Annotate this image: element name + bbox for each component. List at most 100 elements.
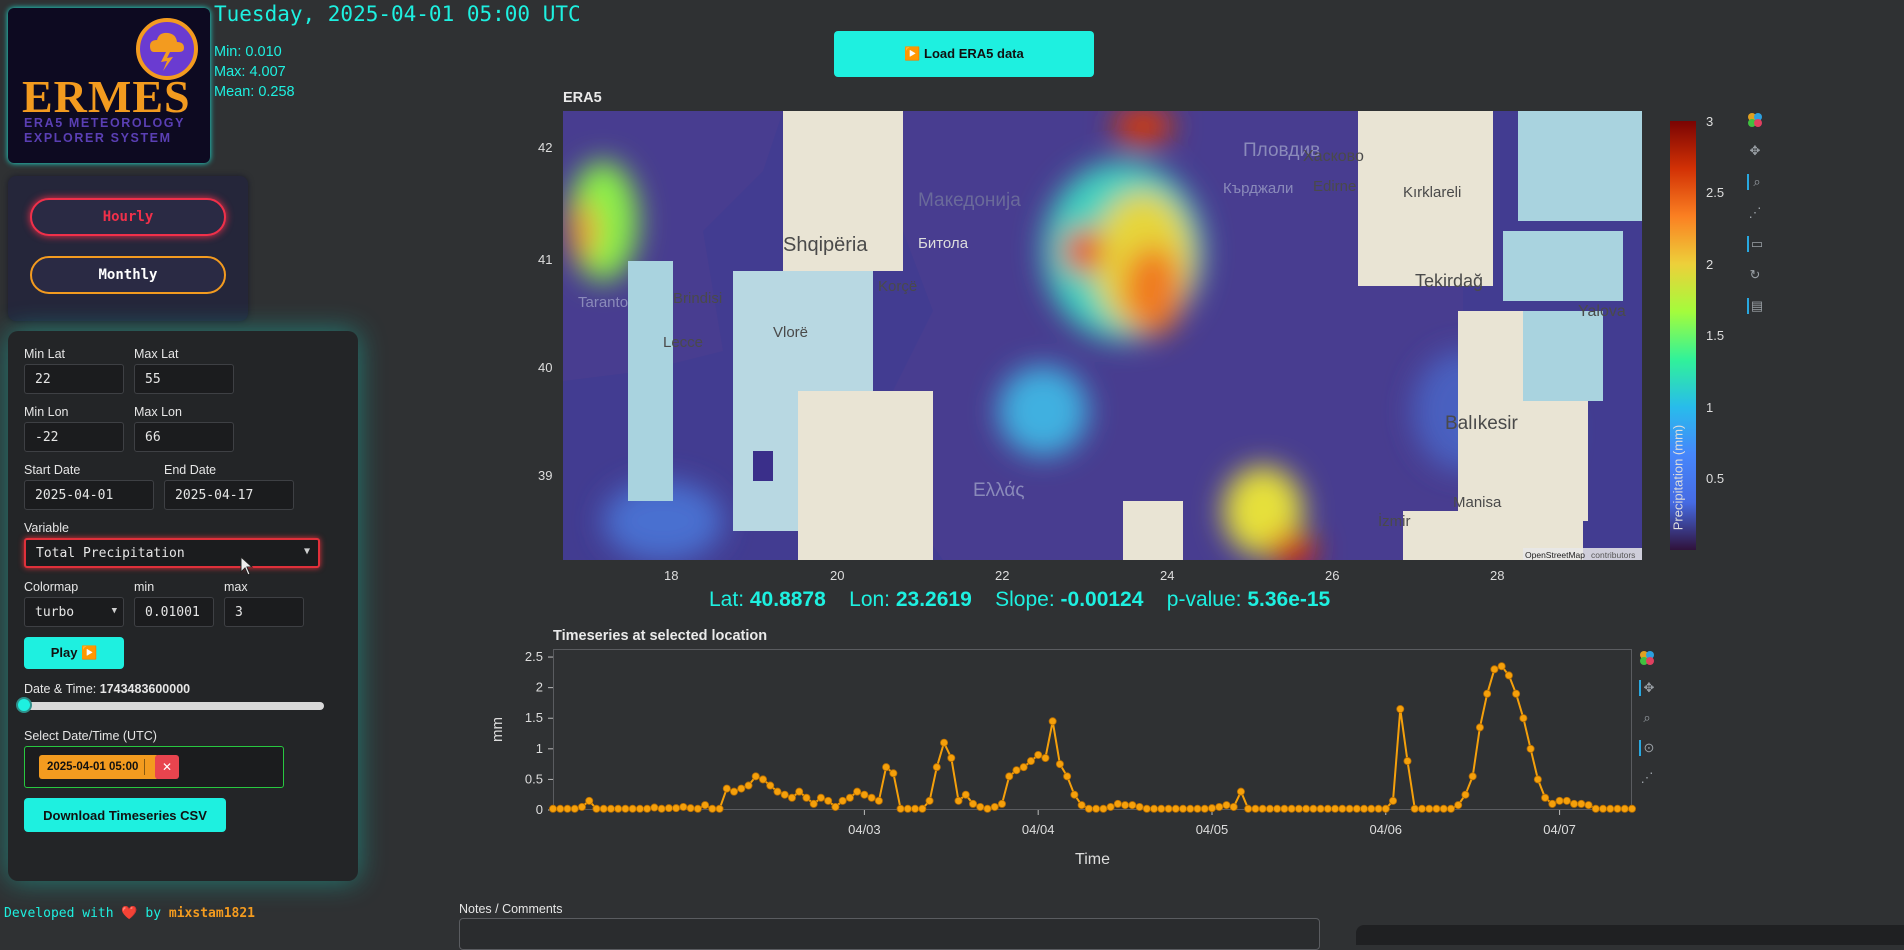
min-lat-input[interactable]: 22	[24, 364, 124, 394]
data-point	[1533, 775, 1542, 784]
max-lat-label: Max Lat	[134, 347, 179, 361]
osm-attribution-link[interactable]: OpenStreetMap	[1525, 550, 1585, 560]
data-point	[1439, 804, 1448, 813]
max-lat-input[interactable]: 55	[134, 364, 234, 394]
lat-value: 40.8878	[749, 588, 826, 611]
wheel-zoom-icon[interactable]: ⊙	[1639, 740, 1657, 756]
remove-tag-icon[interactable]: ✕	[155, 755, 179, 779]
box-zoom-icon[interactable]: ▭	[1747, 236, 1765, 252]
data-point	[1302, 804, 1311, 813]
data-point	[1396, 705, 1405, 714]
data-point	[932, 763, 941, 772]
data-point	[1179, 804, 1188, 813]
data-point	[1562, 796, 1571, 805]
wheel-zoom-icon[interactable]: ⌕	[1747, 174, 1765, 190]
notes-textarea[interactable]	[459, 918, 1320, 950]
map-label-edirne: Edirne	[1313, 178, 1356, 195]
lon-value: 23.2619	[895, 588, 972, 611]
data-point	[1236, 787, 1245, 796]
data-point	[1316, 804, 1325, 813]
colorbar-tick: 1.5	[1706, 328, 1725, 343]
data-point	[599, 804, 608, 813]
download-csv-button[interactable]: Download Timeseries CSV	[24, 798, 226, 832]
play-button[interactable]: Play ▶️	[24, 637, 124, 669]
data-point	[1251, 804, 1260, 813]
hourly-button[interactable]: Hourly	[30, 198, 226, 236]
data-point	[1207, 804, 1216, 813]
data-point	[1548, 799, 1557, 808]
timeseries-chart[interactable]: 0 0.5 1 1.5 2 2.5 04/03 04/04 04/05 04/06 04/07 Tim…	[480, 640, 1650, 880]
reset-icon[interactable]: ↻	[1747, 267, 1763, 283]
box-zoom-icon[interactable]: ⌕	[1639, 710, 1655, 726]
notes-label: Notes / Comments	[459, 902, 563, 916]
data-point	[816, 793, 825, 802]
data-point	[744, 781, 753, 790]
x-tick-label: 04/07	[1543, 822, 1576, 837]
variable-select[interactable]: Total Precipitation ▼	[24, 538, 320, 568]
cmax-input[interactable]: 3	[224, 597, 304, 627]
hover-icon[interactable]: ▤	[1747, 298, 1765, 314]
data-point	[1063, 772, 1072, 781]
cmin-input[interactable]: 0.01001	[134, 597, 214, 627]
data-point	[585, 796, 594, 805]
data-point	[1490, 665, 1499, 674]
map-ytick: 42	[538, 140, 553, 155]
bokeh-logo-icon[interactable]	[1747, 112, 1763, 128]
data-point	[1338, 804, 1347, 813]
end-date-input[interactable]: 2025-04-17	[164, 480, 294, 510]
datetime-multiselect[interactable]: 2025-04-01 05:00 ✕	[24, 746, 284, 788]
datetime-slider-handle[interactable]	[16, 697, 32, 713]
series-line	[553, 664, 1632, 810]
data-point	[1287, 804, 1296, 813]
bokeh-logo-icon[interactable]	[1639, 650, 1655, 666]
max-lon-label: Max Lon	[134, 405, 182, 419]
data-point	[1077, 801, 1086, 810]
data-point	[730, 787, 739, 796]
data-point	[1374, 804, 1383, 813]
pan-icon[interactable]: ✥	[1747, 143, 1763, 159]
load-era5-button[interactable]: ▶️ Load ERA5 data	[834, 31, 1094, 77]
osm-attribution-text: contributors	[1591, 550, 1635, 560]
controls-panel: Min Lat 22 Max Lat 55 Min Lon -22 Max Lo…	[8, 331, 358, 881]
colorbar-tick: 3	[1706, 114, 1714, 129]
min-lon-input[interactable]: -22	[24, 422, 124, 452]
data-point	[1360, 804, 1369, 813]
data-point	[1019, 763, 1028, 772]
precipitation-map[interactable]: Shqipëria Brindisi Lecce Korçë Vlorë Бит…	[563, 111, 1642, 560]
map-label-korce: Korçë	[878, 278, 917, 295]
data-point	[1606, 804, 1615, 813]
data-point	[795, 787, 804, 796]
mouse-cursor-icon	[240, 556, 254, 576]
datetime-slider-track[interactable]	[16, 697, 324, 713]
map-label-balikesir: Balıkesir	[1445, 413, 1519, 434]
data-point	[643, 804, 652, 813]
stat-mean: Mean: 0.258	[214, 84, 295, 100]
start-date-input[interactable]: 2025-04-01	[24, 480, 154, 510]
data-point	[556, 804, 565, 813]
reset-icon[interactable]: ⋰	[1639, 770, 1655, 786]
data-point	[1628, 804, 1637, 813]
map-label-taranto: Taranto	[578, 294, 628, 311]
data-point	[577, 802, 586, 811]
data-point	[1055, 760, 1064, 769]
data-point	[940, 738, 949, 747]
max-lon-input[interactable]: 66	[134, 422, 234, 452]
map-label-tekirdag: Tekirdağ	[1415, 271, 1483, 291]
map-xtick: 26	[1325, 568, 1340, 583]
data-point	[1150, 804, 1159, 813]
data-point	[1309, 804, 1318, 813]
data-point	[1591, 804, 1600, 813]
box-select-icon[interactable]: ⋰	[1747, 205, 1763, 221]
map-ytick: 41	[538, 252, 553, 267]
monthly-button[interactable]: Monthly	[30, 256, 226, 294]
data-point	[1041, 753, 1050, 762]
map-label-ellas: Ελλάς	[973, 480, 1025, 501]
data-point	[911, 804, 920, 813]
data-point	[679, 802, 688, 811]
colormap-select[interactable]: turbo ▼	[24, 597, 124, 627]
data-point	[1026, 757, 1035, 766]
pan-icon[interactable]: ✥	[1639, 680, 1657, 696]
data-point	[715, 804, 724, 813]
data-point	[1034, 750, 1043, 759]
data-point	[1584, 801, 1593, 810]
